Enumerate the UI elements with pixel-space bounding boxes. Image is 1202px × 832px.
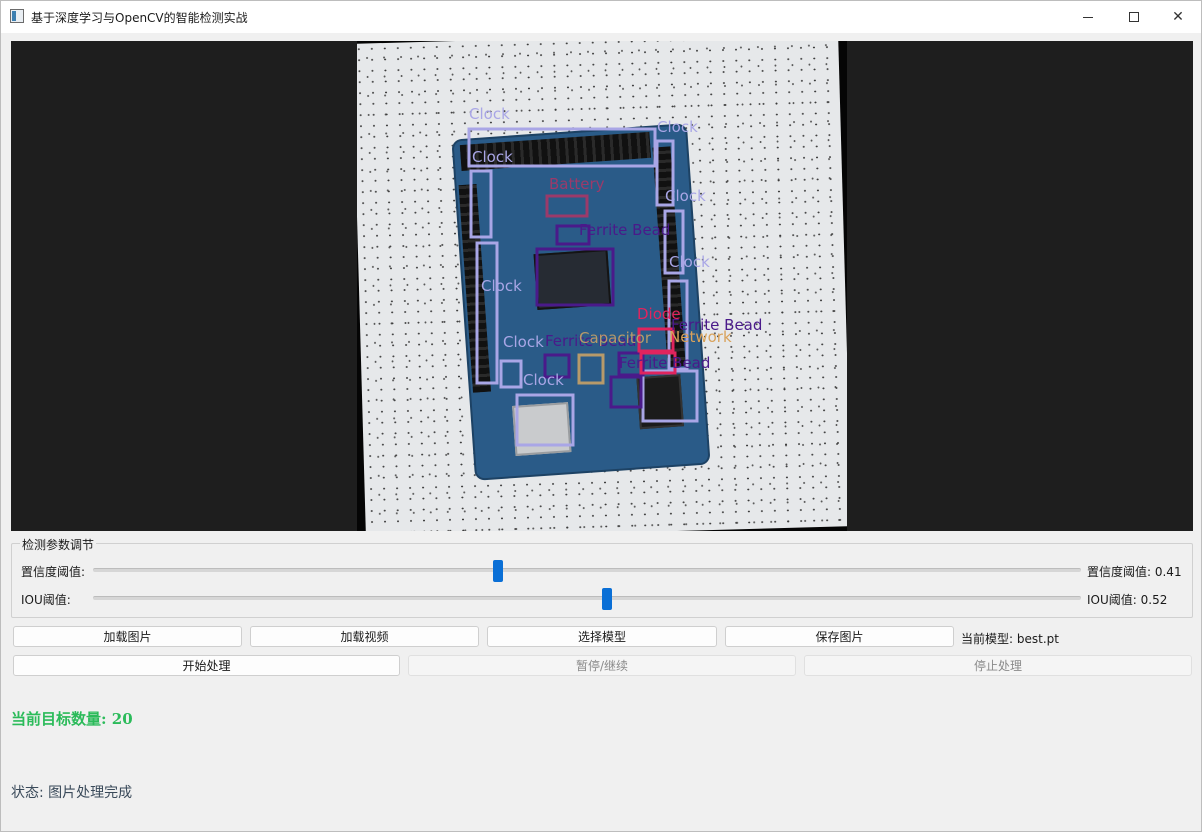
bbox-ferrite-bead [609,375,643,409]
close-button[interactable]: ✕ [1155,1,1201,33]
iou-slider-row: IOU阈值: IOU阈值: 0.52 [12,587,1192,610]
load-image-button[interactable]: 加载图片 [13,626,242,647]
maximize-button[interactable] [1111,1,1157,33]
detection-label: Clock [523,371,564,389]
bbox-clock [641,369,699,423]
bbox-clock [499,359,523,389]
detection-label: Clock [469,105,510,123]
iou-value: IOU阈值: 0.52 [1087,593,1168,607]
detection-image: Clock Clock Clock Clock Clock Clock Cloc… [357,41,847,531]
detection-label: Clock [503,333,544,351]
detection-params-group: 检测参数调节 置信度阈值: 置信度阈值: 0.41 IOU阈值: IOU阈值: … [11,536,1193,618]
pause-resume-button[interactable]: 暂停/继续 [408,655,796,676]
main-window: 基于深度学习与OpenCV的智能检测实战 ✕ Clock Clock Clock… [0,0,1202,832]
status-text: 状态: 图片处理完成 [11,785,133,801]
stop-processing-button[interactable]: 停止处理 [804,655,1192,676]
bbox-clock [469,169,493,239]
confidence-value: 置信度阈值: 0.41 [1087,565,1182,579]
target-count: 当前目标数量: 20 [11,710,133,728]
detection-label: Battery [549,175,605,193]
select-model-button[interactable]: 选择模型 [487,626,717,647]
maximize-icon [1129,12,1139,22]
bbox-ferrite-bead [535,247,615,307]
detection-label: Diode [637,305,681,323]
detection-label: Clock [472,148,513,166]
minimize-icon [1083,16,1093,18]
bbox-clock [515,393,575,447]
bbox-battery [545,194,589,218]
detection-label: Network [669,328,732,346]
iou-slider-handle[interactable] [601,588,612,610]
iou-slider[interactable] [93,588,1081,610]
confidence-label: 置信度阈值: [21,565,86,579]
bbox-capacitor [577,353,605,385]
iou-label: IOU阈值: [21,593,71,607]
detection-label: Clock [665,187,706,205]
bbox-clock [475,241,499,385]
load-video-button[interactable]: 加载视频 [250,626,479,647]
detection-label: Ferrite Bead [619,354,710,372]
confidence-slider[interactable] [93,560,1081,582]
detection-label: Capacitor [579,329,652,347]
image-display: Clock Clock Clock Clock Clock Clock Cloc… [11,41,1193,531]
detection-label: Clock [481,277,522,295]
minimize-button[interactable] [1065,1,1111,33]
detection-label: Clock [669,253,710,271]
title-bar: 基于深度学习与OpenCV的智能检测实战 ✕ [1,1,1201,33]
start-processing-button[interactable]: 开始处理 [13,655,400,676]
detection-label: Ferrite Bead [579,221,670,239]
current-model-label: 当前模型: best.pt [961,632,1059,646]
window-title: 基于深度学习与OpenCV的智能检测实战 [31,11,248,25]
confidence-slider-row: 置信度阈值: 置信度阈值: 0.41 [12,559,1192,582]
params-group-title: 检测参数调节 [20,536,97,553]
detection-overlay: Clock Clock Clock Clock Clock Clock Cloc… [467,105,762,447]
detection-label: Clock [657,118,698,136]
confidence-slider-handle[interactable] [493,560,504,582]
close-icon: ✕ [1172,9,1184,25]
save-image-button[interactable]: 保存图片 [725,626,954,647]
app-icon [10,9,24,23]
